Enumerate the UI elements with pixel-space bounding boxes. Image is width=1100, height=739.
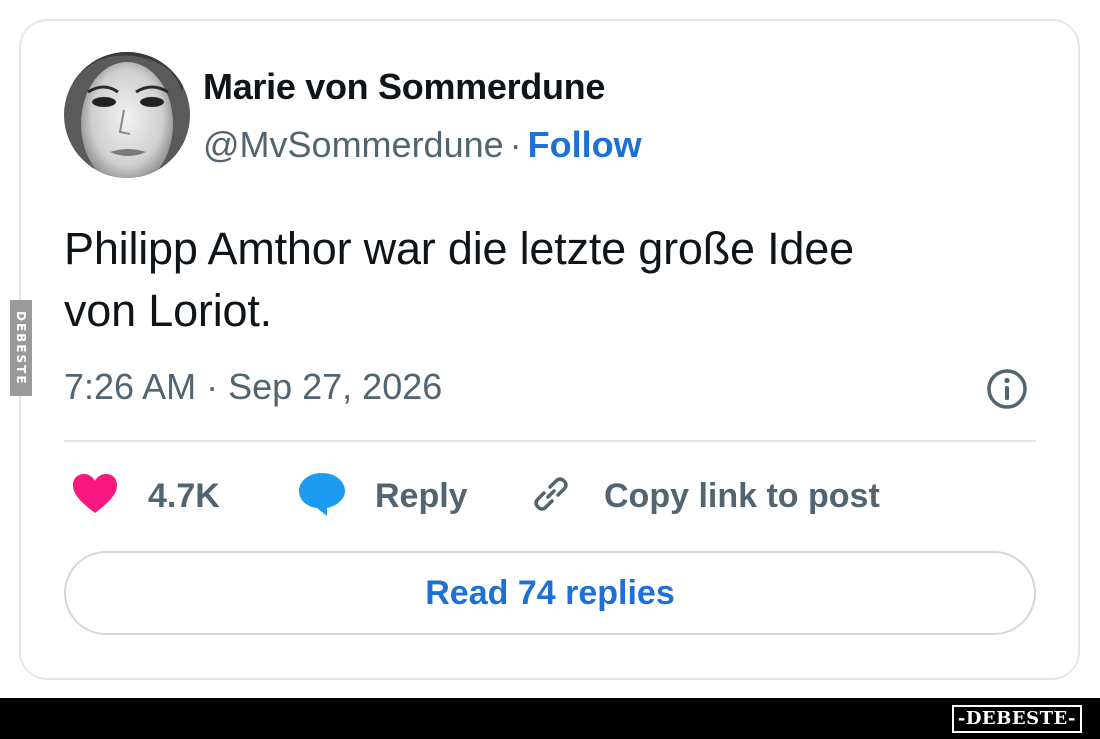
author-name[interactable]: Marie von Sommerdune [203, 66, 605, 108]
reply-label: Reply [375, 476, 468, 515]
reply-button[interactable]: Reply [297, 471, 468, 522]
side-watermark: DEBESTE [10, 300, 32, 396]
speech-bubble-icon [297, 471, 347, 522]
info-icon[interactable] [985, 367, 1029, 411]
follow-link[interactable]: Follow [528, 124, 642, 165]
footer-bar: -DEBESTE- [0, 698, 1100, 739]
avatar[interactable] [64, 52, 190, 178]
footer-logo: -DEBESTE- [951, 705, 1082, 733]
avatar-portrait-image [64, 52, 190, 178]
tweet-text: Philipp Amthor war die letzte große Idee… [64, 218, 1054, 342]
tweet-timestamp[interactable]: 7:26 AM · Sep 27, 2026 [64, 366, 442, 408]
author-handle[interactable]: @MvSommerdune [203, 124, 504, 165]
divider [64, 440, 1036, 442]
copy-link-button[interactable]: Copy link to post [528, 473, 880, 519]
tweet-text-line-2: von Loriot. [64, 285, 272, 336]
copy-link-label: Copy link to post [604, 476, 880, 515]
read-replies-button[interactable]: Read 74 replies [64, 551, 1036, 635]
like-count: 4.7K [148, 476, 220, 515]
heart-icon [72, 473, 118, 520]
link-icon [528, 471, 574, 522]
author-handle-row: @MvSommerdune · Follow [203, 124, 642, 166]
like-button[interactable]: 4.7K [72, 473, 220, 519]
tweet-text-line-1: Philipp Amthor war die letzte große Idee [64, 223, 854, 274]
handle-separator: · [509, 124, 522, 165]
